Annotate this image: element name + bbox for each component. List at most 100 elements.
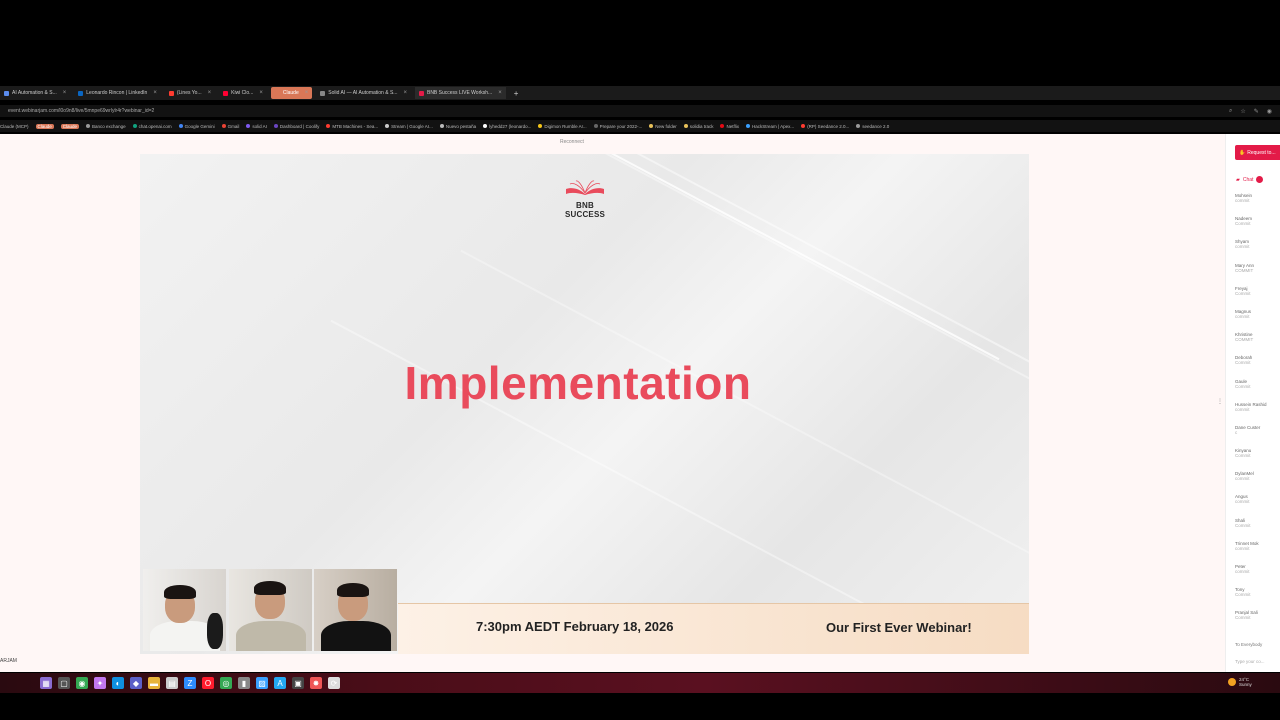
chat-text: commit [1235, 313, 1250, 319]
close-icon[interactable]: × [259, 90, 263, 96]
bookmark-item[interactable]: Stream | Google AI... [385, 124, 433, 129]
bookmark-item[interactable]: solid AI [246, 124, 267, 129]
browser-tab[interactable]: (Lines Yo... × [165, 87, 215, 99]
explorer-icon[interactable]: ▬ [148, 677, 160, 689]
url-text[interactable]: event.webinarjam.com/l0o9n8/live/5mnpe69… [0, 108, 1229, 114]
widgets-icon[interactable]: ▦ [40, 677, 52, 689]
request-to-speak-button[interactable]: ✋ Request to... [1235, 145, 1280, 160]
bookmark-item[interactable]: (RP) Seedance 2.0... [801, 124, 849, 129]
bookmark-icon [483, 124, 488, 128]
chrome-alt-icon[interactable]: ◎ [220, 677, 232, 689]
bookmark-item[interactable]: Google Gemini [178, 123, 215, 129]
storage-icon[interactable]: ▮ [238, 677, 250, 689]
zoom-icon[interactable]: ⌕ [1229, 108, 1232, 115]
bookmark-item[interactable]: New folder [649, 124, 677, 129]
edge-icon[interactable]: ◐ [112, 677, 124, 689]
tab-favicon-icon [223, 90, 229, 96]
close-icon[interactable]: × [153, 90, 157, 96]
presenter-video-3 [314, 569, 397, 651]
bookmark-label: solid AI [252, 123, 267, 129]
tab-label: AI Automation & S... [12, 90, 57, 96]
browser-tab[interactable]: Solid AI — AI Automation & S... × [316, 87, 411, 99]
chrome-icon[interactable]: ◉ [76, 677, 88, 689]
bookmark-item[interactable]: seedance 2.0 [856, 124, 889, 129]
bookmark-item[interactable]: Banco exchange [86, 124, 126, 129]
bookmark-item[interactable]: Netflix [720, 124, 739, 129]
bookmark-icon [221, 124, 226, 128]
chat-message: Peter commit [1235, 564, 1280, 587]
tab-label: Claude [282, 90, 299, 96]
bookmark-item[interactable]: Nuevo pestaña [439, 124, 476, 129]
browser-tab[interactable]: BNB Success LIVE Worksh... × [414, 87, 506, 99]
chat-text: Commit [1235, 522, 1251, 528]
bookmark-item[interactable]: Claude [60, 123, 80, 129]
close-icon[interactable]: × [63, 90, 67, 96]
close-icon[interactable]: × [498, 90, 502, 96]
bookmark-star-icon[interactable]: ☆ [1240, 108, 1245, 115]
chat-text: Commit [1235, 615, 1251, 621]
weather-widget[interactable]: 24°C Sunny [1228, 677, 1252, 687]
zoom-icon[interactable]: Z [184, 677, 196, 689]
presenter-name: ARJAM [0, 658, 17, 664]
bookmark-item[interactable]: Gmail [221, 124, 239, 129]
bookmark-icon [385, 124, 390, 128]
bookmark-item[interactable]: Claude (MCP) [0, 124, 29, 129]
opera-icon[interactable]: O [202, 677, 214, 689]
bookmark-item[interactable]: Digimon Rumble Ar... [538, 123, 587, 129]
bookmark-label: Google Gemini [184, 123, 215, 129]
settings-icon[interactable]: ✸ [310, 677, 322, 689]
extension-icon[interactable]: ✎ [1254, 108, 1259, 115]
weather-location: Sunny [1239, 682, 1252, 687]
chat-message-list[interactable]: Mohsein commit Nadeem Commit Shyam commit Mary… [1235, 193, 1280, 634]
chat-text: commit [1235, 476, 1250, 482]
bookmark-item[interactable]: Claude [35, 123, 54, 129]
vscode-icon[interactable]: A [274, 677, 286, 689]
tab-label: Solid AI — AI Automation & S... [328, 90, 398, 96]
bookmark-label: chat.openai.com [138, 123, 172, 129]
teams-icon[interactable]: ◆ [130, 677, 142, 689]
bookmark-item[interactable]: Dashboard | Coolify [273, 124, 319, 129]
new-tab-icon[interactable]: + [514, 89, 519, 98]
chat-message: Shali Commit [1235, 518, 1280, 541]
bookmarks-bar: Claude (MCP) Claude Claude Banco exchange ch… [0, 120, 1280, 132]
close-icon[interactable]: × [403, 90, 407, 96]
chat-message: Shyam commit [1235, 239, 1280, 262]
bookmark-label: Digimon Rumble Ar... [544, 123, 587, 129]
browser-tab-bar: AI Automation & S... × Leonardo Rincon | L… [0, 86, 1280, 100]
chat-text: commit [1235, 198, 1250, 203]
browser-tab[interactable]: Claude × [270, 87, 313, 99]
bookmark-item[interactable]: MTB Machines - Sea... [326, 124, 378, 129]
chat-message: Kinyanu Commit [1235, 448, 1280, 471]
refresh-icon[interactable]: ⟳ [328, 677, 340, 689]
close-icon[interactable]: × [208, 90, 212, 96]
bookmark-label: seedance 2.0 [862, 123, 890, 129]
tab-label: Kiwi Clo... [231, 90, 254, 96]
bookmark-item[interactable]: HackStream | Apex... [746, 124, 794, 129]
terminal-icon[interactable]: ▣ [292, 677, 304, 689]
chat-message: Khristine COMMIT [1235, 332, 1280, 355]
bookmark-item[interactable]: lyhedd27 (leonardo... [483, 124, 531, 129]
chat-recipient-select[interactable]: To Everybody [1235, 642, 1262, 647]
bookmark-item[interactable]: Prepare your 2022-... [593, 124, 642, 129]
bookmark-icon [439, 124, 444, 128]
more-options-icon[interactable]: ⋮ [1217, 398, 1223, 405]
chat-message: Freyaj Commit [1235, 286, 1280, 309]
profile-icon[interactable]: ◉ [1267, 108, 1272, 115]
chat-text: commit [1235, 244, 1250, 250]
notepad-icon[interactable]: ▤ [166, 677, 178, 689]
close-icon[interactable]: × [305, 90, 309, 96]
browser-tab[interactable]: Leonardo Rincon | LinkedIn × [74, 87, 161, 99]
taskbar-icons: ▦ ▢ ◉ ✦ ◐ ◆ ▬ ▤ Z O ◎ ▮ ▨ A ▣ ✸ ⟳ [40, 677, 340, 689]
notification-dot-icon [1256, 176, 1264, 183]
copilot-icon[interactable]: ✦ [94, 677, 106, 689]
chat-input[interactable]: Type your co... [1235, 659, 1265, 664]
chat-tab[interactable]: ▰ Chat [1236, 176, 1264, 183]
browser-tab[interactable]: Kiwi Clo... × [219, 87, 267, 99]
browser-tab[interactable]: AI Automation & S... × [0, 87, 70, 99]
photos-icon[interactable]: ▨ [256, 677, 268, 689]
bookmark-item[interactable]: chat.openai.com [132, 123, 172, 129]
reconnect-link[interactable]: Reconnect [560, 139, 584, 145]
bookmark-item[interactable]: solidia track [683, 124, 713, 129]
task-view-icon[interactable]: ▢ [58, 677, 70, 689]
address-bar[interactable]: event.webinarjam.com/l0o9n8/live/5mnpe69… [0, 105, 1280, 117]
